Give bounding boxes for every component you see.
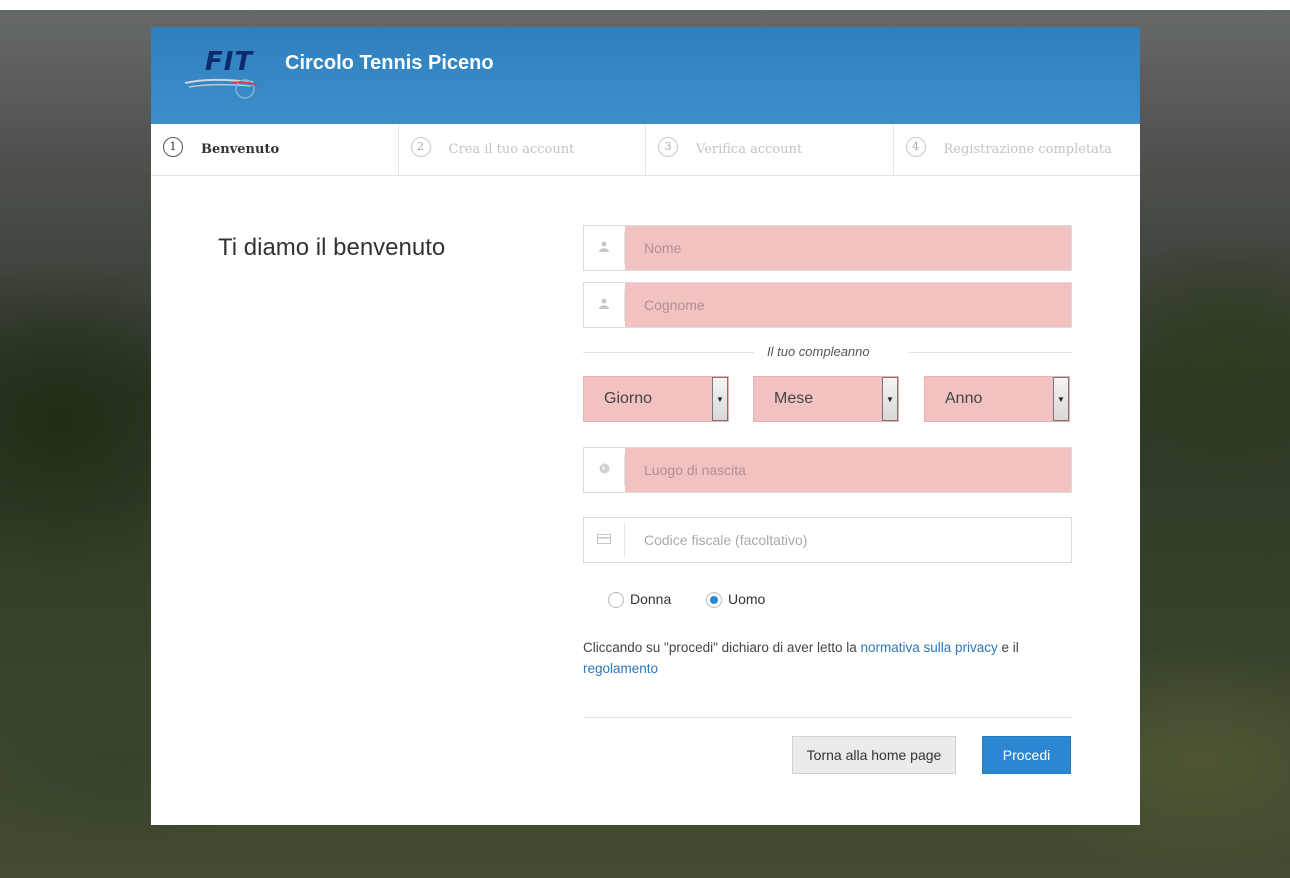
tax-code-input[interactable]	[625, 518, 1071, 562]
proceed-button[interactable]: Procedi	[982, 736, 1071, 774]
privacy-text-before: Cliccando su "procedi" dichiaro di aver …	[583, 640, 861, 655]
registration-card: FIT Circolo Tennis Piceno 1 Benvenuto 2 …	[151, 27, 1140, 825]
step-welcome: 1 Benvenuto	[151, 124, 399, 175]
step-number: 1	[163, 137, 183, 157]
first-name-input[interactable]	[625, 226, 1071, 270]
first-name-field	[583, 225, 1072, 271]
step-verify-account: 3 Verifica account	[646, 124, 894, 175]
step-label: Verifica account	[696, 142, 803, 157]
step-registration-complete: 4 Registrazione completata	[894, 124, 1141, 175]
year-select[interactable]: Anno ▼	[924, 376, 1070, 422]
page-title: Ti diamo il benvenuto	[218, 234, 446, 261]
logo-swoosh-icon	[184, 78, 258, 99]
user-icon	[584, 226, 624, 270]
back-to-home-button[interactable]: Torna alla home page	[792, 736, 956, 774]
step-label: Registrazione completata	[943, 142, 1112, 157]
birthplace-field	[583, 447, 1072, 493]
privacy-text-between: e il	[997, 640, 1019, 655]
chevron-down-icon[interactable]: ▼	[882, 377, 898, 421]
divider-left	[583, 352, 754, 353]
birthplace-input[interactable]	[625, 448, 1071, 492]
step-number: 4	[905, 137, 926, 157]
card-icon	[584, 518, 624, 562]
last-name-field	[583, 282, 1072, 328]
year-select-value: Anno	[945, 390, 983, 407]
privacy-policy-link[interactable]: normativa sulla privacy	[860, 640, 997, 655]
step-number: 2	[410, 137, 431, 157]
gender-female-radio[interactable]	[608, 592, 624, 608]
gender-female-label[interactable]: Donna	[630, 591, 671, 607]
tax-code-field	[583, 517, 1072, 563]
footer-divider	[583, 717, 1072, 718]
month-select-value: Mese	[774, 390, 814, 407]
top-strip	[0, 0, 1290, 10]
step-label: Crea il tuo account	[448, 142, 575, 157]
divider-right	[909, 352, 1072, 353]
step-number: 3	[658, 137, 678, 157]
user-icon	[584, 283, 624, 327]
birthday-label: Il tuo compleanno	[767, 344, 870, 359]
month-select[interactable]: Mese ▼	[753, 376, 899, 422]
globe-icon	[584, 448, 624, 492]
wizard-steps: 1 Benvenuto 2 Crea il tuo account 3 Veri…	[151, 124, 1140, 176]
day-select[interactable]: Giorno ▼	[583, 376, 729, 422]
rules-link[interactable]: regolamento	[583, 661, 658, 676]
day-select-value: Giorno	[604, 390, 653, 407]
privacy-notice: Cliccando su "procedi" dichiaro di aver …	[583, 637, 1063, 679]
card-header: FIT Circolo Tennis Piceno	[151, 27, 1140, 124]
step-label: Benvenuto	[201, 142, 280, 157]
club-name: Circolo Tennis Piceno	[285, 52, 494, 74]
gender-male-radio[interactable]	[706, 592, 722, 608]
step-create-account: 2 Crea il tuo account	[399, 124, 646, 175]
chevron-down-icon[interactable]: ▼	[712, 377, 728, 421]
last-name-input[interactable]	[625, 283, 1071, 327]
fit-logo: FIT	[183, 47, 273, 101]
chevron-down-icon[interactable]: ▼	[1053, 377, 1069, 421]
gender-male-label[interactable]: Uomo	[728, 591, 765, 607]
